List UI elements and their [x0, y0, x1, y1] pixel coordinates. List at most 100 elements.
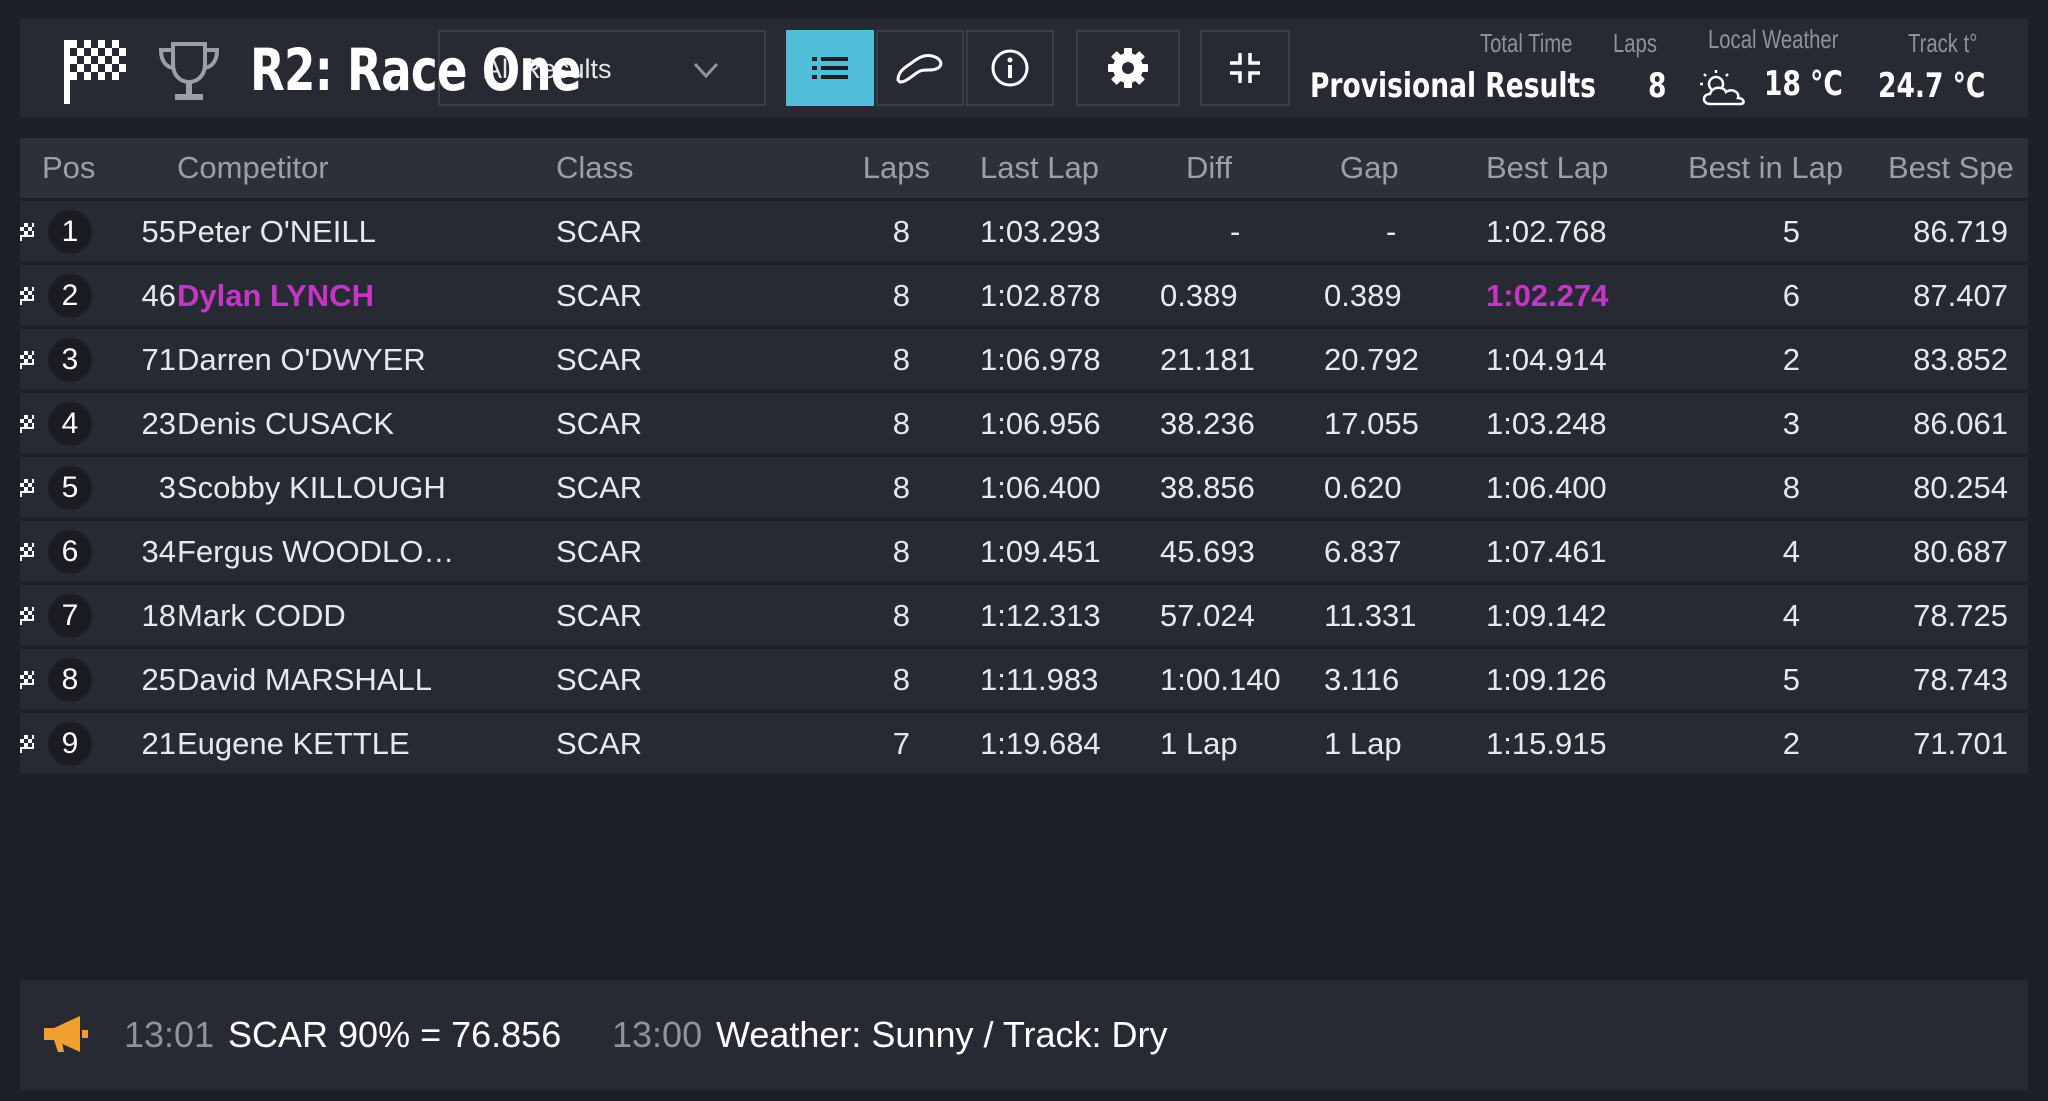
- competitor-name[interactable]: Eugene KETTLE: [177, 726, 410, 762]
- class-value: SCAR: [556, 278, 643, 313]
- table-row[interactable]: 3 71 Darren O'DWYER SCAR 8 1:06.978 21.1…: [20, 329, 2028, 393]
- column-header-diff[interactable]: Diff: [1186, 150, 1232, 186]
- gap-value: 0.389: [1324, 278, 1402, 313]
- gap-value: 1 Lap: [1324, 726, 1402, 761]
- best-in-lap-value: 6: [1782, 278, 1800, 313]
- diff-value: 57.024: [1160, 598, 1255, 633]
- best-speed-value: 86.061: [1913, 406, 2008, 441]
- competitor-name[interactable]: Dylan LYNCH: [177, 278, 374, 314]
- class-value: SCAR: [556, 598, 643, 633]
- last-lap-value: 1:11.983: [980, 662, 1099, 697]
- last-lap-value: 1:03.293: [980, 214, 1101, 249]
- best-speed-value: 71.701: [1913, 726, 2008, 761]
- total-time-value: Provisional Results: [1310, 66, 1596, 106]
- gear-icon: [1108, 48, 1148, 88]
- header-bar: All Results R2: Race One Total Time Prov…: [20, 18, 2028, 118]
- class-value: SCAR: [556, 214, 643, 249]
- best-lap-value: 1:02.274: [1486, 278, 1609, 313]
- column-header-best-lap[interactable]: Best Lap: [1486, 150, 1608, 186]
- position-badge: 1: [48, 210, 92, 254]
- car-number: 3: [158, 470, 176, 505]
- table-row[interactable]: 4 23 Denis CUSACK SCAR 8 1:06.956 38.236…: [20, 393, 2028, 457]
- race-title: R2: Race One: [250, 36, 582, 104]
- column-header-pos[interactable]: Pos: [42, 150, 95, 186]
- position-badge: 2: [48, 274, 92, 318]
- position-badge: 4: [48, 402, 92, 446]
- table-body: 1 55 Peter O'NEILL SCAR 8 1:03.293 - - 1…: [20, 201, 2028, 777]
- best-lap-value: 1:09.126: [1486, 662, 1607, 697]
- diff-value: 38.236: [1160, 406, 1255, 441]
- best-in-lap-value: 8: [1782, 470, 1800, 505]
- laps-value: 8: [892, 342, 910, 377]
- info-button[interactable]: [966, 30, 1054, 106]
- table-row[interactable]: 9 21 Eugene KETTLE SCAR 7 1:19.684 1 Lap…: [20, 713, 2028, 777]
- track-temp-value: 24.7 °C: [1878, 66, 1986, 106]
- car-number: 71: [141, 342, 176, 377]
- laps-value: 8: [892, 278, 910, 313]
- column-header-laps[interactable]: Laps: [863, 150, 930, 186]
- column-header-class[interactable]: Class: [556, 150, 634, 186]
- laps-value: 8: [892, 406, 910, 441]
- gap-value: 0.620: [1324, 470, 1402, 505]
- best-in-lap-value: 5: [1782, 662, 1800, 697]
- table-row[interactable]: 8 25 David MARSHALL SCAR 8 1:11.983 1:00…: [20, 649, 2028, 713]
- trophy-icon[interactable]: [155, 38, 223, 106]
- column-header-best-speed[interactable]: Best Spe: [1888, 150, 2014, 186]
- diff-value: 21.181: [1160, 342, 1255, 377]
- checkered-flag-icon: [20, 543, 34, 561]
- checkered-flag-icon: [20, 671, 34, 689]
- diff-value: 1 Lap: [1160, 726, 1238, 761]
- competitor-name[interactable]: Darren O'DWYER: [177, 342, 426, 378]
- table-row[interactable]: 1 55 Peter O'NEILL SCAR 8 1:03.293 - - 1…: [20, 201, 2028, 265]
- best-speed-value: 80.687: [1913, 534, 2008, 569]
- laps-value: 8: [892, 214, 910, 249]
- best-lap-value: 1:09.142: [1486, 598, 1607, 633]
- car-number: 21: [141, 726, 176, 761]
- competitor-name[interactable]: Fergus WOODLO…: [177, 534, 454, 570]
- competitor-name[interactable]: Peter O'NEILL: [177, 214, 376, 250]
- checkered-flag-icon: [20, 415, 34, 433]
- table-row[interactable]: 7 18 Mark CODD SCAR 8 1:12.313 57.024 11…: [20, 585, 2028, 649]
- competitor-name[interactable]: Mark CODD: [177, 598, 346, 634]
- laps-label: Laps: [1613, 28, 1657, 58]
- class-value: SCAR: [556, 470, 643, 505]
- last-lap-value: 1:06.956: [980, 406, 1101, 441]
- best-in-lap-value: 4: [1782, 598, 1800, 633]
- column-header-last-lap[interactable]: Last Lap: [980, 150, 1099, 186]
- position-badge: 9: [48, 722, 92, 766]
- best-speed-value: 87.407: [1913, 278, 2008, 313]
- laps-value: 8: [892, 534, 910, 569]
- collapse-button[interactable]: [1200, 30, 1290, 106]
- car-number: 55: [141, 214, 176, 249]
- table-row[interactable]: 2 46 Dylan LYNCH SCAR 8 1:02.878 0.389 0…: [20, 265, 2028, 329]
- laps-value: 8: [892, 662, 910, 697]
- best-in-lap-value: 2: [1782, 342, 1800, 377]
- competitor-name[interactable]: Denis CUSACK: [177, 406, 394, 442]
- best-lap-value: 1:15.915: [1486, 726, 1607, 761]
- column-header-gap[interactable]: Gap: [1340, 150, 1399, 186]
- laps-value: 8: [892, 470, 910, 505]
- best-speed-value: 83.852: [1913, 342, 2008, 377]
- gap-value: 20.792: [1324, 342, 1419, 377]
- competitor-name[interactable]: David MARSHALL: [177, 662, 432, 698]
- settings-button[interactable]: [1076, 30, 1180, 106]
- gap-value: 3.116: [1324, 662, 1400, 697]
- table-row[interactable]: 6 34 Fergus WOODLO… SCAR 8 1:09.451 45.6…: [20, 521, 2028, 585]
- car-number: 34: [141, 534, 176, 569]
- best-in-lap-value: 5: [1782, 214, 1800, 249]
- gap-value: -: [1386, 214, 1397, 249]
- column-header-competitor[interactable]: Competitor: [177, 150, 329, 186]
- competitor-name[interactable]: Scobby KILLOUGH: [177, 470, 446, 506]
- table-row[interactable]: 5 3 Scobby KILLOUGH SCAR 8 1:06.400 38.8…: [20, 457, 2028, 521]
- best-lap-value: 1:04.914: [1486, 342, 1607, 377]
- list-icon: [812, 57, 848, 79]
- ticker-message-1: SCAR 90% = 76.856: [228, 1014, 562, 1055]
- track-map-button[interactable]: [876, 30, 964, 106]
- checkered-flag-icon: [64, 40, 126, 104]
- list-view-button[interactable]: [786, 30, 874, 106]
- best-speed-value: 78.743: [1913, 662, 2008, 697]
- best-in-lap-value: 2: [1782, 726, 1800, 761]
- column-header-best-in-lap[interactable]: Best in Lap: [1688, 150, 1843, 186]
- track-map-icon: [896, 54, 943, 84]
- car-number: 23: [141, 406, 176, 441]
